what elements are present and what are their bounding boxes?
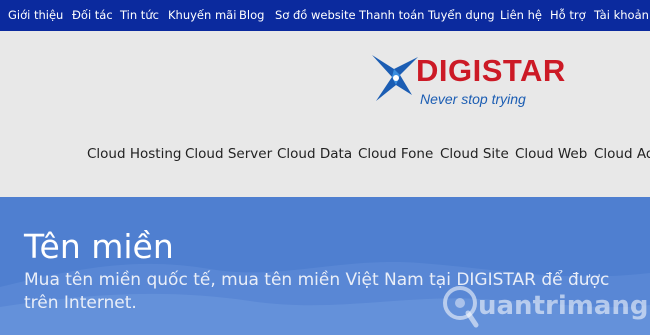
nav-link-blog[interactable]: Blog xyxy=(239,0,264,31)
nav-link-gioi-thieu[interactable]: Giới thiệu xyxy=(8,0,63,31)
nav-link-khuyen-mai[interactable]: Khuyến mãi xyxy=(168,0,236,31)
nav-link-tai-khoan[interactable]: Tài khoản k xyxy=(594,0,650,31)
nav-link-tuyen-dung[interactable]: Tuyển dụng xyxy=(428,0,495,31)
nav-link-so-do-website[interactable]: Sơ đồ website xyxy=(275,0,356,31)
logo-wordmark: DIGISTAR xyxy=(416,53,566,88)
nav-link-thanh-toan[interactable]: Thanh toán xyxy=(359,0,424,31)
nav-link-ho-tro[interactable]: Hỗ trợ xyxy=(550,0,586,31)
nav-link-lien-he[interactable]: Liên hệ xyxy=(500,0,542,31)
top-nav-bar: Giới thiệu Đối tác Tin tức Khuyến mãi Bl… xyxy=(0,0,650,31)
digistar-logo[interactable]: DIGISTAR Never stop trying xyxy=(368,51,578,113)
menu-item-cloud-server[interactable]: Cloud Server xyxy=(185,146,272,162)
menu-item-cloud-ad[interactable]: Cloud Ad xyxy=(594,146,650,162)
nav-link-tin-tuc[interactable]: Tin tức xyxy=(120,0,159,31)
quantrimang-watermark: uantrimang xyxy=(438,277,650,335)
menu-item-cloud-data[interactable]: Cloud Data xyxy=(277,146,352,162)
watermark-text: uantrimang xyxy=(478,291,649,321)
nav-link-doi-tac[interactable]: Đối tác xyxy=(72,0,113,31)
hero-banner: Tên miền Mua tên miền quốc tế, mua tên m… xyxy=(0,197,650,335)
logo-tagline: Never stop trying xyxy=(420,91,526,107)
site-header: DIGISTAR Never stop trying Cloud Hosting… xyxy=(0,31,650,197)
star-logo-icon xyxy=(372,55,418,101)
menu-item-cloud-web[interactable]: Cloud Web xyxy=(515,146,587,162)
menu-item-cloud-fone[interactable]: Cloud Fone xyxy=(358,146,433,162)
lightbulb-q-icon xyxy=(443,286,479,328)
hero-title: Tên miền xyxy=(24,227,174,266)
menu-item-cloud-site[interactable]: Cloud Site xyxy=(440,146,509,162)
menu-item-cloud-hosting[interactable]: Cloud Hosting xyxy=(87,146,181,162)
